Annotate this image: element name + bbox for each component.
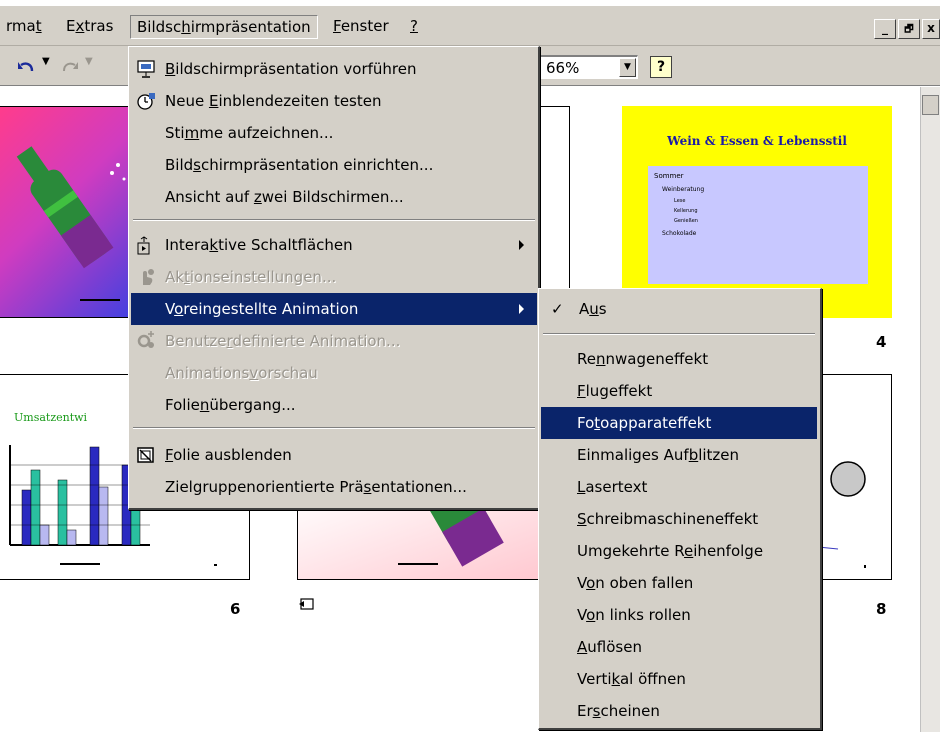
undo-dropdown-icon[interactable]: ▼ bbox=[42, 56, 50, 67]
menu-item-voreingestellte-animation[interactable]: Voreingestellte Animation bbox=[131, 293, 537, 325]
menu-format[interactable]: rmat bbox=[0, 15, 48, 39]
menu-item-interaktive-schaltflaechen[interactable]: Interaktive Schaltflächen bbox=[131, 229, 537, 261]
menu-item-praesentation-einrichten[interactable]: Bildschirmpräsentation einrichten... bbox=[131, 149, 537, 181]
slide-4-bullet-2: Weinberatung bbox=[662, 186, 705, 193]
slide-4-bullet-1: Sommer bbox=[654, 172, 684, 180]
menu-separator bbox=[133, 219, 535, 221]
help-icon: ? bbox=[656, 59, 666, 75]
menu-item-zwei-bildschirme[interactable]: Ansicht auf zwei Bildschirmen... bbox=[131, 181, 537, 213]
submenu-item-rennwageneffekt[interactable]: Rennwageneffekt bbox=[541, 343, 817, 375]
menu-fenster[interactable]: Fenster bbox=[327, 15, 395, 39]
menu-item-aktionseinstellungen: Aktionseinstellungen... bbox=[131, 261, 537, 293]
slide-number-8: 8 bbox=[876, 600, 887, 618]
menu-separator bbox=[543, 333, 815, 335]
rehearse-timings-icon bbox=[137, 93, 155, 110]
action-buttons-icon bbox=[137, 236, 150, 255]
submenu-item-einmaliges-aufblitzen[interactable]: Einmaliges Aufblitzen bbox=[541, 439, 817, 471]
scrollbar-thumb[interactable] bbox=[922, 95, 939, 115]
slideshow-icon bbox=[137, 60, 155, 78]
submenu-item-vertikal-oeffnen[interactable]: Vertikal öffnen bbox=[541, 663, 817, 695]
restore-icon: 🗗 bbox=[904, 24, 914, 35]
slide-4-content-box: Sommer Weinberatung Lese Kellerung Genie… bbox=[648, 166, 868, 284]
menu-item-benutzerdefinierte-animation: Benutzerdefinierte Animation... bbox=[131, 325, 537, 357]
slide-4-bullet-3: Lese bbox=[674, 198, 686, 204]
slide-4-bullet-5: Genießen bbox=[674, 218, 698, 224]
submenu-item-von-oben-fallen[interactable]: Von oben fallen bbox=[541, 567, 817, 599]
submenu-item-aufloesen[interactable]: Auflösen bbox=[541, 631, 817, 663]
submenu-arrow-icon bbox=[519, 304, 524, 314]
menu-item-stimme-aufzeichnen[interactable]: Stimme aufzeichnen... bbox=[131, 117, 537, 149]
menu-bar: rmat Extras Bildschirmpräsentation Fenst… bbox=[0, 6, 940, 46]
submenu-item-erscheinen[interactable]: Erscheinen bbox=[541, 695, 817, 727]
redo-icon bbox=[63, 62, 78, 72]
slide-thumbnail-4[interactable]: Wein & Essen & Lebensstil Sommer Weinber… bbox=[622, 106, 892, 318]
submenu-item-schreibmaschineneffekt[interactable]: Schreibmaschineneffekt bbox=[541, 503, 817, 535]
slide-thumbnail-3[interactable] bbox=[0, 106, 136, 318]
submenu-item-lasertext[interactable]: Lasertext bbox=[541, 471, 817, 503]
minimize-button[interactable]: _ bbox=[874, 19, 896, 39]
submenu-arrow-icon bbox=[519, 240, 524, 250]
hide-slide-icon bbox=[137, 447, 154, 463]
check-icon: ✓ bbox=[551, 300, 564, 318]
menu-item-animationsvorschau: Animationsvorschau bbox=[165, 364, 318, 382]
zoom-dropdown-button[interactable]: ▼ bbox=[619, 58, 636, 77]
undo-icon[interactable] bbox=[16, 59, 36, 73]
menu-bildschirmpraesentation[interactable]: Bildschirmpräsentation bbox=[130, 15, 318, 39]
custom-animation-icon bbox=[137, 331, 154, 348]
help-button[interactable]: ? bbox=[650, 56, 672, 78]
menu-extras[interactable]: Extras bbox=[60, 15, 119, 39]
submenu-item-umgekehrte-reihenfolge[interactable]: Umgekehrte Reihenfolge bbox=[541, 535, 817, 567]
zoom-value: 66% bbox=[546, 59, 580, 77]
submenu-item-flugeffekt[interactable]: Flugeffekt bbox=[541, 375, 817, 407]
slide-4-title: Wein & Essen & Lebensstil bbox=[667, 134, 847, 148]
slide-4-bullet-4: Kellerung bbox=[674, 208, 698, 214]
redo-dropdown-icon: ▼ bbox=[85, 56, 93, 67]
menu-item-folie-ausblenden[interactable]: Folie ausblenden bbox=[131, 439, 537, 471]
zoom-select[interactable]: 66% ▼ bbox=[538, 55, 638, 79]
chevron-down-icon: ▼ bbox=[624, 62, 631, 72]
slide-number-4: 4 bbox=[876, 333, 887, 351]
voreingestellte-animation-submenu: ✓ Aus Rennwageneffekt Flugeffekt Fotoapp… bbox=[538, 288, 822, 730]
bildschirmpraesentation-menu: Bildschirmpräsentation vorführen Neue Ei… bbox=[128, 46, 540, 510]
menu-item-praesentation-vorfuehren[interactable]: Bildschirmpräsentation vorführen bbox=[131, 53, 537, 85]
close-button[interactable]: x bbox=[922, 19, 940, 39]
slide-number-6: 6 bbox=[230, 600, 241, 618]
submenu-item-fotoapparateffekt[interactable]: Fotoapparateffekt bbox=[541, 407, 817, 439]
slide-4-bullet-6: Schokolade bbox=[662, 230, 697, 237]
submenu-item-aus[interactable]: ✓ Aus bbox=[541, 293, 817, 325]
action-settings-icon bbox=[143, 269, 154, 285]
menu-separator bbox=[133, 427, 535, 429]
menu-item-zielgruppen-praesentationen[interactable]: Zielgruppenorientierte Präsentationen... bbox=[131, 471, 537, 503]
bottle-image bbox=[16, 146, 126, 301]
restore-button[interactable]: 🗗 bbox=[898, 19, 920, 39]
menu-help[interactable]: ? bbox=[404, 15, 424, 39]
menu-item-einblendezeiten-testen[interactable]: Neue Einblendezeiten testen bbox=[131, 85, 537, 117]
menu-item-folienuebergang[interactable]: Folienübergang... bbox=[131, 389, 537, 421]
slide-transition-icon[interactable] bbox=[298, 596, 316, 616]
vertical-scrollbar[interactable] bbox=[920, 87, 940, 732]
submenu-item-von-links-rollen[interactable]: Von links rollen bbox=[541, 599, 817, 631]
